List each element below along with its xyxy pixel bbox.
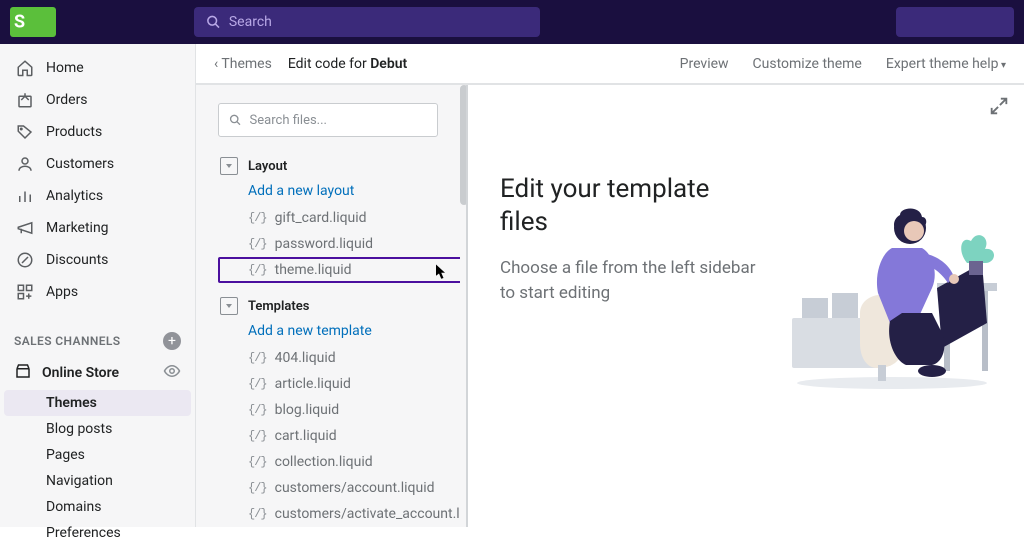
sidebar: Home Orders Products Customers Analytics… bbox=[0, 44, 196, 527]
liquid-file-icon: {/} bbox=[248, 481, 267, 495]
discounts-icon bbox=[14, 250, 36, 270]
subnav-navigation[interactable]: Navigation bbox=[0, 468, 195, 494]
folder-templates[interactable]: Templates bbox=[220, 297, 468, 315]
global-search[interactable] bbox=[194, 7, 540, 37]
file-collection[interactable]: {/}collection.liquid bbox=[218, 449, 468, 475]
content: ‹ Themes Edit code for Debut Preview Cus… bbox=[196, 44, 1024, 527]
file-404[interactable]: {/}404.liquid bbox=[218, 345, 468, 371]
file-customers-activate[interactable]: {/}customers/activate_account.liquid bbox=[218, 501, 468, 527]
editor-hero-subtitle: Choose a file from the left sidebar to s… bbox=[500, 256, 760, 305]
nav-label: Home bbox=[46, 60, 84, 76]
nav-label: Products bbox=[46, 124, 102, 140]
nav-online-store[interactable]: Online Store bbox=[0, 356, 195, 390]
file-gift-card[interactable]: {/}gift_card.liquid bbox=[218, 205, 468, 231]
liquid-file-icon: {/} bbox=[248, 455, 267, 469]
search-icon bbox=[206, 14, 221, 30]
workspace: Layout Add a new layout {/}gift_card.liq… bbox=[196, 84, 1024, 527]
folder-toggle-icon bbox=[220, 157, 238, 175]
file-article[interactable]: {/}article.liquid bbox=[218, 371, 468, 397]
customize-theme-button[interactable]: Customize theme bbox=[753, 56, 862, 72]
analytics-icon bbox=[14, 186, 36, 206]
search-icon bbox=[229, 113, 242, 127]
file-cart[interactable]: {/}cart.liquid bbox=[218, 423, 468, 449]
file-tree: Layout Add a new layout {/}gift_card.liq… bbox=[196, 85, 468, 527]
global-search-input[interactable] bbox=[229, 14, 528, 30]
apps-icon bbox=[14, 282, 36, 302]
liquid-file-icon: {/} bbox=[248, 507, 267, 521]
cursor-icon bbox=[436, 264, 448, 280]
folder-layout[interactable]: Layout bbox=[220, 157, 468, 175]
liquid-file-icon: {/} bbox=[248, 237, 267, 251]
account-menu[interactable] bbox=[896, 7, 1014, 37]
sales-channels-label: SALES CHANNELS bbox=[14, 334, 121, 348]
nav-discounts[interactable]: Discounts bbox=[0, 244, 195, 276]
back-to-themes[interactable]: ‹ Themes bbox=[206, 52, 280, 76]
nav-label: Analytics bbox=[46, 188, 103, 204]
editor-hero-title: Edit your template files bbox=[500, 173, 760, 238]
expert-help-dropdown[interactable]: Expert theme help bbox=[886, 56, 1006, 72]
folder-toggle-icon bbox=[220, 297, 238, 315]
subnav-themes[interactable]: Themes bbox=[4, 390, 191, 416]
liquid-file-icon: {/} bbox=[248, 211, 267, 225]
liquid-file-icon: {/} bbox=[248, 377, 267, 391]
nav-products[interactable]: Products bbox=[0, 116, 195, 148]
file-customers-account[interactable]: {/}customers/account.liquid bbox=[218, 475, 468, 501]
editor-illustration bbox=[760, 173, 1024, 393]
file-password[interactable]: {/}password.liquid bbox=[218, 231, 468, 257]
nav-label: Customers bbox=[46, 156, 114, 172]
shopify-logo[interactable]: S bbox=[10, 7, 56, 37]
subnav-preferences[interactable]: Preferences bbox=[0, 520, 195, 546]
page-title: Edit code for Debut bbox=[288, 56, 407, 72]
liquid-file-icon: {/} bbox=[248, 263, 267, 277]
add-channel-button[interactable]: + bbox=[163, 332, 181, 350]
nav-customers[interactable]: Customers bbox=[0, 148, 195, 180]
preview-button[interactable]: Preview bbox=[680, 56, 729, 72]
sales-channels-header: SALES CHANNELS + bbox=[0, 324, 195, 356]
folder-label: Templates bbox=[248, 299, 309, 314]
topbar: S bbox=[0, 0, 1024, 44]
add-layout-link[interactable]: Add a new layout bbox=[248, 183, 468, 199]
folder-label: Layout bbox=[248, 159, 287, 174]
home-icon bbox=[14, 58, 36, 78]
liquid-file-icon: {/} bbox=[248, 351, 267, 365]
liquid-file-icon: {/} bbox=[248, 403, 267, 417]
products-icon bbox=[14, 122, 36, 142]
customers-icon bbox=[14, 154, 36, 174]
nav-apps[interactable]: Apps bbox=[0, 276, 195, 308]
file-blog[interactable]: {/}blog.liquid bbox=[218, 397, 468, 423]
online-store-label: Online Store bbox=[42, 365, 119, 381]
subnav-pages[interactable]: Pages bbox=[0, 442, 195, 468]
nav-label: Apps bbox=[46, 284, 78, 300]
subnav-domains[interactable]: Domains bbox=[0, 494, 195, 520]
nav-label: Discounts bbox=[46, 252, 108, 268]
add-template-link[interactable]: Add a new template bbox=[248, 323, 468, 339]
subnav-blog-posts[interactable]: Blog posts bbox=[0, 416, 195, 442]
file-search-input[interactable] bbox=[250, 113, 427, 128]
breadcrumb-bar: ‹ Themes Edit code for Debut Preview Cus… bbox=[196, 44, 1024, 84]
nav-analytics[interactable]: Analytics bbox=[0, 180, 195, 212]
store-icon bbox=[14, 362, 32, 384]
nav-marketing[interactable]: Marketing bbox=[0, 212, 195, 244]
liquid-file-icon: {/} bbox=[248, 429, 267, 443]
marketing-icon bbox=[14, 218, 36, 238]
nav-label: Orders bbox=[46, 92, 88, 108]
expand-editor-button[interactable] bbox=[988, 95, 1012, 119]
file-theme[interactable]: {/}theme.liquid bbox=[218, 257, 468, 283]
nav-orders[interactable]: Orders bbox=[0, 84, 195, 116]
nav-home[interactable]: Home bbox=[0, 52, 195, 84]
view-store-icon[interactable] bbox=[163, 362, 181, 384]
file-search[interactable] bbox=[218, 103, 438, 137]
orders-icon bbox=[14, 90, 36, 110]
nav-label: Marketing bbox=[46, 220, 109, 236]
editor-pane: Edit your template files Choose a file f… bbox=[468, 85, 1024, 527]
